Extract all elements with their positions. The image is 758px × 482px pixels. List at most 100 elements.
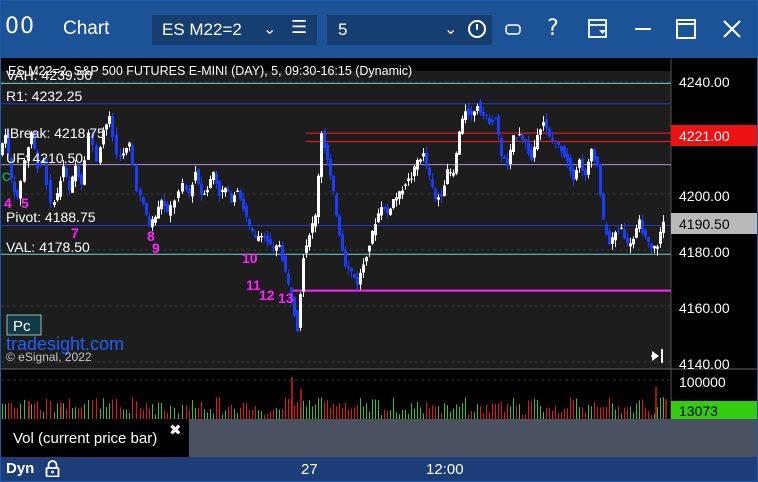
count-12: 12 bbox=[259, 287, 275, 303]
minimize-icon[interactable] bbox=[626, 11, 660, 47]
time-axis-bar: Dyn 27 12:00 bbox=[1, 457, 757, 481]
candle-body bbox=[476, 106, 479, 111]
candle-body bbox=[65, 168, 68, 177]
candle-body bbox=[602, 193, 605, 220]
candle-body bbox=[74, 165, 77, 182]
candle-body bbox=[461, 118, 464, 134]
price-tick: 4180.00 bbox=[679, 244, 730, 260]
candle-body bbox=[281, 245, 284, 261]
link-icon[interactable] bbox=[496, 11, 530, 47]
candle-body bbox=[383, 206, 386, 209]
candle-body bbox=[488, 117, 491, 124]
candle-body bbox=[227, 189, 230, 192]
price-tick: 4240.00 bbox=[679, 74, 730, 90]
candle-body bbox=[314, 215, 317, 227]
candle-body bbox=[111, 116, 114, 138]
candle-body bbox=[119, 155, 122, 158]
candle-body bbox=[503, 156, 506, 159]
candle-body bbox=[206, 189, 209, 193]
candle-body bbox=[135, 165, 138, 192]
candle-body bbox=[491, 120, 494, 122]
candle-body bbox=[518, 134, 521, 136]
volume-study-title: Vol (current price bar) bbox=[13, 430, 158, 447]
candle-body bbox=[497, 116, 500, 135]
candle-body bbox=[353, 273, 356, 279]
close-icon[interactable] bbox=[715, 11, 749, 47]
candle-body bbox=[521, 134, 524, 140]
candle-body bbox=[380, 207, 383, 216]
pc-badge-label: Pc bbox=[13, 318, 31, 335]
candle-body bbox=[512, 135, 515, 152]
maximize-icon[interactable] bbox=[669, 11, 703, 47]
candle-body bbox=[341, 234, 344, 251]
candle-body bbox=[539, 129, 542, 135]
candle-body bbox=[77, 166, 80, 177]
candle-body bbox=[527, 142, 530, 154]
candle-body bbox=[608, 231, 611, 245]
candle-body bbox=[299, 294, 302, 328]
candle-body bbox=[599, 164, 602, 196]
candle-body bbox=[398, 191, 401, 199]
candle-body bbox=[128, 142, 131, 147]
count-13: 13 bbox=[278, 290, 294, 306]
candle-body bbox=[641, 220, 644, 234]
chart-window: 00 Chart ES M22=2 ⌄ ☰ 5 ⌄ ? ES M22=2, S&… bbox=[0, 0, 758, 482]
candle-body bbox=[425, 152, 428, 166]
list-menu-icon[interactable]: ☰ bbox=[291, 17, 307, 38]
candle-body bbox=[177, 191, 180, 198]
candle-body bbox=[494, 117, 497, 119]
lock-icon[interactable] bbox=[45, 460, 60, 477]
candle-body bbox=[287, 273, 290, 284]
count-4: 4 bbox=[4, 195, 12, 211]
candle-body bbox=[157, 206, 160, 219]
candle-body bbox=[197, 169, 200, 184]
symbol-selector[interactable]: ES M22=2 ⌄ ☰ bbox=[152, 15, 317, 45]
candle-body bbox=[431, 179, 434, 187]
chevron-down-icon[interactable]: ⌄ bbox=[444, 19, 457, 38]
layout-template-icon[interactable] bbox=[581, 11, 615, 47]
interval-selector[interactable]: 5 ⌄ bbox=[327, 15, 492, 45]
candle-body bbox=[323, 130, 326, 149]
dyn-toggle[interactable]: Dyn bbox=[6, 460, 34, 477]
candle-body bbox=[368, 245, 371, 252]
price-chart[interactable]: ES M22=2, S&P 500 FUTURES E-MINI (DAY), … bbox=[1, 58, 757, 458]
count-9: 9 bbox=[152, 240, 160, 256]
candle-body bbox=[163, 201, 166, 206]
close-icon[interactable]: ✖ bbox=[169, 421, 182, 439]
candle-body bbox=[142, 197, 145, 204]
candle-body bbox=[266, 235, 269, 242]
candle-body bbox=[83, 160, 86, 185]
marker-red-value: 4221.00 bbox=[679, 128, 730, 144]
candle-body bbox=[160, 200, 163, 210]
candle-body bbox=[221, 189, 224, 193]
help-icon[interactable]: ? bbox=[536, 11, 570, 47]
candle-body bbox=[145, 202, 148, 215]
candle-body bbox=[485, 114, 488, 116]
chevron-down-icon[interactable]: ⌄ bbox=[263, 19, 276, 38]
candle-body bbox=[203, 193, 206, 195]
volume-study-label[interactable]: Vol (current price bar) ✖ bbox=[1, 419, 189, 457]
candle-body bbox=[169, 205, 172, 216]
candle-body bbox=[263, 235, 266, 238]
candle-body bbox=[139, 189, 142, 196]
chart-area[interactable]: ES M22=2, S&P 500 FUTURES E-MINI (DAY), … bbox=[1, 58, 757, 458]
candle-body bbox=[1, 143, 4, 155]
candle-body bbox=[320, 133, 323, 178]
interval-value: 5 bbox=[338, 20, 348, 39]
price-tick: 4200.00 bbox=[679, 188, 730, 204]
candle-body bbox=[557, 141, 560, 145]
candle-body bbox=[239, 190, 242, 200]
candle-body bbox=[311, 223, 314, 233]
candle-body bbox=[374, 224, 377, 236]
candle-body bbox=[545, 119, 548, 129]
clock-icon[interactable] bbox=[468, 20, 486, 38]
time-label: 12:00 bbox=[426, 461, 464, 478]
candle-body bbox=[566, 153, 569, 162]
app-logo: 00 bbox=[5, 14, 35, 39]
candle-body bbox=[617, 230, 620, 232]
candle-body bbox=[272, 246, 275, 248]
candle-body bbox=[181, 183, 184, 192]
candle-body bbox=[395, 197, 398, 201]
candle-body bbox=[212, 171, 215, 181]
candle-body bbox=[638, 219, 641, 229]
